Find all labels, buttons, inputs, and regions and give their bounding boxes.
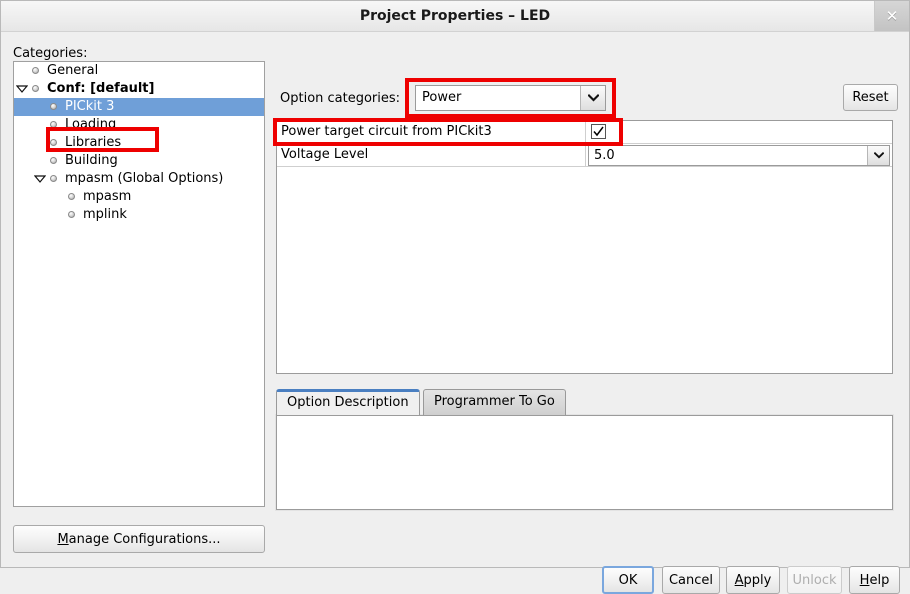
sidebar-item-general[interactable]: General (14, 62, 264, 80)
tree-node-bullet-icon (50, 156, 57, 164)
manage-configurations-label: anage Configurations... (68, 531, 221, 547)
sidebar-item-label: Conf: [default] (47, 81, 155, 96)
unlock-button: Unlock (787, 566, 842, 594)
cancel-button-label: Cancel (668, 572, 714, 588)
sidebar-item-pickit-3[interactable]: PICkit 3 (14, 98, 264, 116)
option-description-panel[interactable] (275, 414, 894, 511)
sidebar-item-mpasm-global-options[interactable]: mpasm (Global Options) (14, 170, 264, 188)
sidebar-item-label: PICkit 3 (65, 99, 115, 114)
options-table: Power target circuit from PICkit3 Voltage… (276, 120, 893, 374)
sidebar-item-label: Building (65, 153, 118, 168)
apply-button-label: pply (743, 572, 772, 588)
sidebar-item-label: mplink (83, 207, 127, 222)
unlock-button-label: Unlock (792, 572, 837, 588)
ok-button-label: OK (618, 572, 638, 588)
option-value-text: 5.0 (594, 148, 615, 163)
sidebar-item-label: mpasm (83, 189, 132, 204)
sidebar-item-libraries[interactable]: Libraries (14, 134, 264, 152)
tree-node-bullet-icon (68, 192, 75, 200)
sidebar-item-mpasm[interactable]: mpasm (14, 188, 264, 206)
option-categories-label: Option categories: (280, 91, 401, 106)
tree-node-bullet-icon (50, 138, 57, 146)
option-checkbox-checked[interactable] (591, 124, 606, 139)
sidebar-item-label: General (47, 63, 99, 78)
option-categories-value: Power (422, 90, 462, 105)
ok-button[interactable]: OK (602, 566, 654, 594)
title-bar: Project Properties – LED ✕ (1, 1, 909, 32)
tab-label: Option Description (287, 395, 409, 410)
manage-configurations-button[interactable]: Manage Configurations... (13, 525, 265, 553)
cancel-button[interactable]: Cancel (662, 566, 720, 594)
window-title: Project Properties – LED (359, 8, 551, 24)
tree-expander-icon[interactable] (32, 170, 48, 188)
categories-tree[interactable]: General Conf: [default] PICkit 3 Loading Lib… (13, 61, 265, 507)
tree-expander-icon[interactable] (14, 80, 30, 98)
project-properties-window: Project Properties – LED ✕ Categories: G… (0, 0, 910, 594)
sidebar-item-mplink[interactable]: mplink (14, 206, 264, 224)
help-button-label: elp (869, 572, 890, 588)
option-value-combo[interactable]: 5.0 (588, 145, 890, 166)
tab-programmer-to-go[interactable]: Programmer To Go (423, 389, 566, 415)
dialog-content: Categories: General Conf: [default] PICkit… (1, 32, 909, 594)
tree-node-bullet-icon (68, 210, 75, 218)
chevron-down-icon[interactable] (580, 86, 605, 110)
option-name: Voltage Level (281, 147, 369, 162)
option-name: Power target circuit from PICkit3 (281, 124, 492, 139)
tab-label: Programmer To Go (434, 394, 555, 409)
manage-configurations-mnemonic: M (57, 531, 69, 547)
option-value-cell[interactable]: 5.0 (586, 144, 892, 166)
tab-strip: Option Description Programmer To Go (276, 389, 893, 415)
chevron-down-icon[interactable] (867, 146, 889, 165)
sidebar-item-label: Loading (65, 117, 117, 132)
tree-node-bullet-icon (50, 102, 57, 110)
tree-node-bullet-icon (32, 84, 39, 92)
apply-button[interactable]: Apply (726, 566, 780, 594)
sidebar-item-conf-default[interactable]: Conf: [default] (14, 80, 264, 98)
reset-button[interactable]: Reset (843, 84, 898, 111)
apply-button-mnemonic: A (734, 572, 744, 588)
help-button-mnemonic: H (859, 572, 870, 588)
option-categories-combo[interactable]: Power (415, 85, 606, 111)
tab-option-description[interactable]: Option Description (276, 389, 420, 415)
categories-label: Categories: (13, 46, 88, 61)
sidebar-item-building[interactable]: Building (14, 152, 264, 170)
option-row-voltage-level[interactable]: Voltage Level 5.0 (277, 144, 892, 167)
tree-node-bullet-icon (50, 120, 57, 128)
tree-node-bullet-icon (32, 66, 39, 74)
option-row-power-target-circuit-from-pickit3[interactable]: Power target circuit from PICkit3 (277, 121, 892, 144)
close-icon[interactable]: ✕ (874, 1, 909, 31)
sidebar-item-loading[interactable]: Loading (14, 116, 264, 134)
help-button[interactable]: Help (849, 566, 900, 594)
option-value-cell[interactable] (586, 121, 892, 143)
tree-node-bullet-icon (50, 174, 57, 182)
sidebar-item-label: Libraries (65, 135, 122, 150)
sidebar-item-label: mpasm (Global Options) (65, 171, 224, 186)
